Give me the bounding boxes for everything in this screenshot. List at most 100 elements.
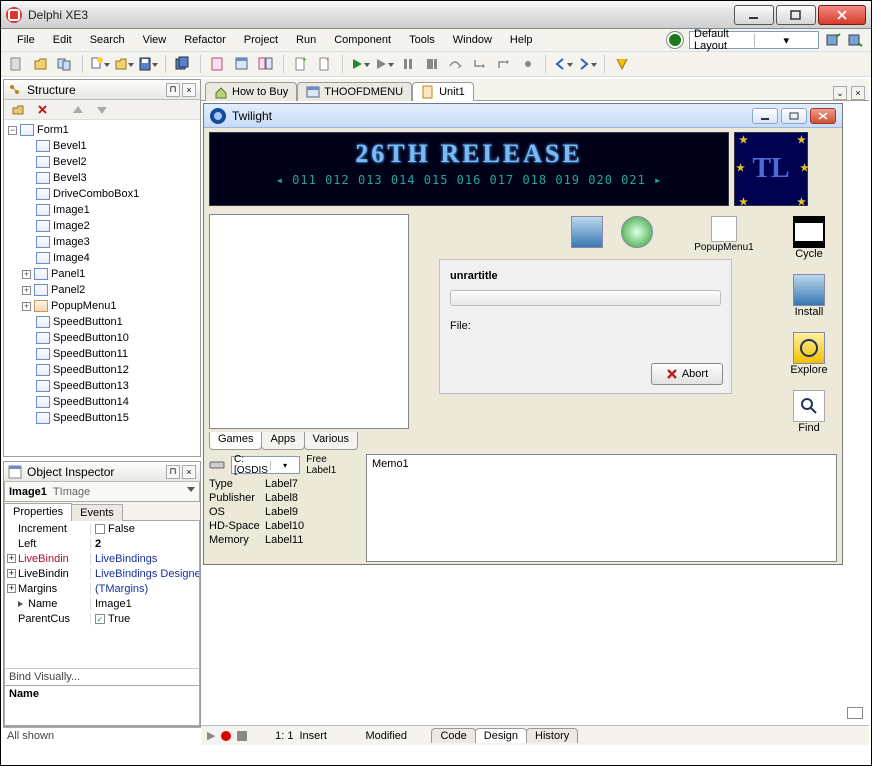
tabs-menu-icon[interactable]: ⌄ — [833, 86, 847, 100]
structure-tree[interactable]: −Form1 Bevel1Bevel2Bevel3DriveComboBox1I… — [4, 120, 200, 456]
tb-units-icon[interactable] — [208, 54, 228, 74]
panel-close-icon[interactable]: × — [182, 465, 196, 479]
tb-stepout-icon[interactable] — [494, 54, 514, 74]
down-icon[interactable] — [92, 100, 112, 120]
tb-stepinto-icon[interactable] — [470, 54, 490, 74]
tree-item[interactable]: SpeedButton11 — [22, 346, 198, 362]
tab-games[interactable]: Games — [209, 432, 262, 450]
tree-item[interactable]: +Panel2 — [22, 282, 198, 298]
designed-form[interactable]: Twilight 26TH RELEASE ◂ 011 012 013 014 … — [203, 103, 843, 565]
tb-stop-icon[interactable] — [422, 54, 442, 74]
menu-edit[interactable]: Edit — [45, 31, 80, 49]
load-layout-icon[interactable] — [847, 32, 863, 48]
pin-icon[interactable]: ⊓ — [166, 465, 180, 479]
tab-unit1[interactable]: Unit1 — [412, 82, 474, 101]
install-button[interactable]: Install — [786, 274, 832, 318]
stop-icon[interactable] — [237, 731, 247, 741]
tb-pause-icon[interactable] — [398, 54, 418, 74]
tb-help-icon[interactable] — [612, 54, 632, 74]
menu-search[interactable]: Search — [82, 31, 133, 49]
tree-item[interactable]: +Panel1 — [22, 266, 198, 282]
tb-newitems-icon[interactable] — [90, 54, 110, 74]
badge-image[interactable]: ★ ★ ★ ★ ★ ★ TL — [734, 132, 808, 206]
tree-item[interactable]: Image2 — [22, 218, 198, 234]
tree-item[interactable]: SpeedButton14 — [22, 394, 198, 410]
form-designer[interactable]: Twilight 26TH RELEASE ◂ 011 012 013 014 … — [201, 101, 869, 725]
find-button[interactable]: Find — [786, 390, 832, 434]
tree-item[interactable]: Bevel3 — [22, 170, 198, 186]
tree-item[interactable]: SpeedButton10 — [22, 330, 198, 346]
tab-thoofdmenu[interactable]: THOOFDMENU — [297, 82, 412, 101]
monitor-icon[interactable] — [564, 216, 610, 248]
drive-combo[interactable]: C: [OSDIS▾ — [231, 456, 300, 474]
tree-item[interactable]: Bevel1 — [22, 138, 198, 154]
record-icon[interactable] — [221, 731, 231, 741]
tab-design[interactable]: Design — [475, 728, 527, 743]
tb-stepover-icon[interactable] — [446, 54, 466, 74]
cycle-button[interactable]: Cycle — [786, 216, 832, 260]
menu-project[interactable]: Project — [236, 31, 286, 49]
explore-button[interactable]: Explore — [786, 332, 832, 376]
tb-removefile-icon[interactable]: - — [315, 54, 335, 74]
minimap-toggle[interactable] — [847, 707, 863, 719]
form-maximize-button[interactable] — [781, 108, 807, 124]
tab-properties[interactable]: Properties — [4, 503, 72, 521]
oi-footer[interactable]: Bind Visually... — [4, 668, 200, 686]
minimize-button[interactable] — [734, 5, 774, 25]
tab-apps[interactable]: Apps — [261, 432, 304, 450]
form-minimize-button[interactable] — [752, 108, 778, 124]
tb-open-icon[interactable] — [31, 54, 51, 74]
menu-tools[interactable]: Tools — [401, 31, 443, 49]
tb-new-icon[interactable] — [7, 54, 27, 74]
tab-events[interactable]: Events — [71, 504, 123, 521]
up-icon[interactable] — [68, 100, 88, 120]
close-button[interactable] — [818, 5, 866, 25]
bind-visually-link[interactable]: Bind Visually... — [9, 671, 80, 683]
tb-run-icon[interactable] — [350, 54, 370, 74]
menu-window[interactable]: Window — [445, 31, 500, 49]
listbox[interactable] — [209, 214, 409, 429]
tree-item[interactable]: SpeedButton15 — [22, 410, 198, 426]
tree-item[interactable]: Image3 — [22, 234, 198, 250]
tree-item[interactable]: Image4 — [22, 250, 198, 266]
tb-addfile-icon[interactable]: + — [291, 54, 311, 74]
menu-component[interactable]: Component — [326, 31, 399, 49]
tb-save-icon[interactable] — [138, 54, 158, 74]
tb-saveall-icon[interactable] — [173, 54, 193, 74]
oi-object-selector[interactable]: Image1 TImage — [4, 482, 200, 502]
tabs-close-icon[interactable]: × — [851, 86, 865, 100]
tree-item[interactable]: SpeedButton1 — [22, 314, 198, 330]
globe-icon[interactable] — [667, 32, 683, 48]
popupmenu-component[interactable]: PopupMenu1 — [689, 216, 759, 253]
banner-image[interactable]: 26TH RELEASE ◂ 011 012 013 014 015 016 0… — [209, 132, 729, 206]
property-grid[interactable]: IncrementFalseLeft2+LiveBindinLiveBindin… — [4, 521, 200, 668]
abort-button[interactable]: Abort — [651, 363, 723, 385]
menu-help[interactable]: Help — [502, 31, 541, 49]
menu-view[interactable]: View — [135, 31, 175, 49]
tree-item[interactable]: SpeedButton13 — [22, 378, 198, 394]
cd-icon[interactable] — [614, 216, 660, 248]
collapse-icon[interactable] — [32, 100, 52, 120]
tab-history[interactable]: History — [526, 728, 578, 743]
panel-close-icon[interactable]: × — [182, 83, 196, 97]
tb-openproj-icon[interactable] — [114, 54, 134, 74]
expand-icon[interactable] — [8, 100, 28, 120]
tb-rundebug-icon[interactable] — [374, 54, 394, 74]
maximize-button[interactable] — [776, 5, 816, 25]
tree-item[interactable]: SpeedButton12 — [22, 362, 198, 378]
menu-run[interactable]: Run — [288, 31, 324, 49]
tb-toggle-icon[interactable] — [256, 54, 276, 74]
menu-file[interactable]: File — [9, 31, 43, 49]
layout-combo[interactable]: Default Layout ▾ — [689, 31, 819, 49]
tab-various[interactable]: Various — [304, 432, 358, 450]
form-close-button[interactable] — [810, 108, 836, 124]
tab-how-to-buy[interactable]: How to Buy — [205, 82, 297, 101]
tb-runtocursor-icon[interactable] — [518, 54, 538, 74]
memo[interactable]: Memo1 — [366, 454, 837, 562]
tb-forward-icon[interactable] — [577, 54, 597, 74]
save-layout-icon[interactable] — [825, 32, 841, 48]
tb-multi-icon[interactable] — [55, 54, 75, 74]
tree-item[interactable]: Image1 — [22, 202, 198, 218]
tb-back-icon[interactable] — [553, 54, 573, 74]
tab-code[interactable]: Code — [431, 728, 475, 743]
